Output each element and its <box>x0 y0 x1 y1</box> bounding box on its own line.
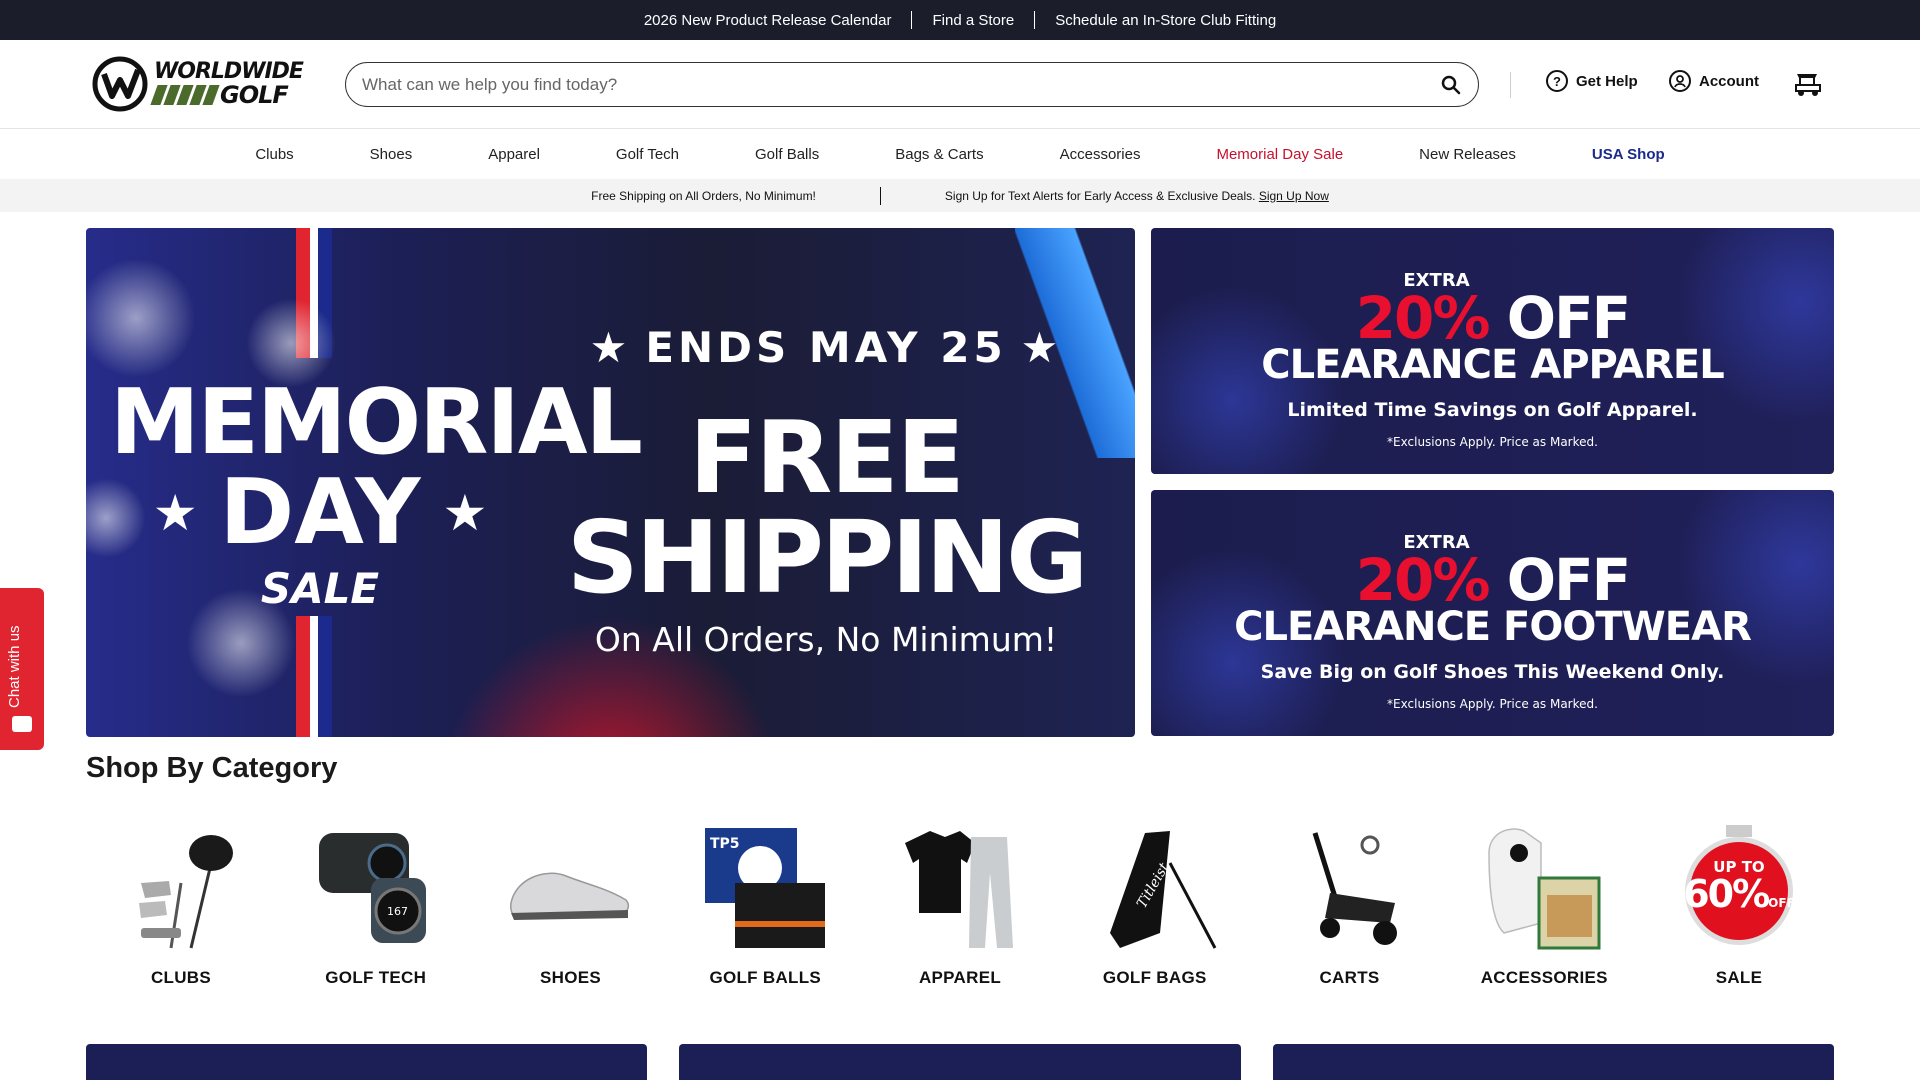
category-list: CLUBS 167 GOLF TECH SHOES TP5 GOLF BALLS… <box>86 820 1834 988</box>
chat-label: Chat with us <box>6 625 23 708</box>
nav-usa-shop[interactable]: USA Shop <box>1592 146 1665 163</box>
hero-subtitle: On All Orders, No Minimum! <box>594 620 1058 659</box>
top-utility-bar: 2026 New Product Release Calendar Find a… <box>0 0 1920 40</box>
header-divider <box>1510 72 1511 98</box>
star-icon: ★ <box>1020 323 1063 372</box>
user-icon <box>1669 70 1691 92</box>
category-golf-balls[interactable]: TP5 GOLF BALLS <box>670 820 860 988</box>
clearance-apparel-banner[interactable]: EXTRA 20% OFF CLEARANCE APPAREL Limited … <box>1151 228 1834 474</box>
clearance-footwear-banner[interactable]: EXTRA 20% OFF CLEARANCE FOOTWEAR Save Bi… <box>1151 490 1834 736</box>
search-icon[interactable] <box>1440 74 1462 96</box>
promo-card[interactable] <box>86 1044 647 1080</box>
nav-memorial-day-sale[interactable]: Memorial Day Sale <box>1216 146 1343 163</box>
category-sale[interactable]: UP TO 60%OFF SALE <box>1644 820 1834 988</box>
divider <box>879 186 881 205</box>
free-shipping-message-block: ★ ENDS MAY 25 ★ FREE SHIPPING On All Ord… <box>526 323 1126 659</box>
sign-up-link[interactable]: Sign Up Now <box>1259 189 1329 203</box>
promo-strip: Free Shipping on All Orders, No Minimum!… <box>0 179 1920 212</box>
nav-bags-carts[interactable]: Bags & Carts <box>895 146 983 163</box>
shipping-heading: SHIPPING <box>566 499 1088 616</box>
nav-new-releases[interactable]: New Releases <box>1419 146 1516 163</box>
ends-date: ENDS MAY 25 <box>645 323 1007 372</box>
golf-cart-icon[interactable] <box>1793 70 1823 98</box>
category-clubs[interactable]: CLUBS <box>86 820 276 988</box>
find-store-link[interactable]: Find a Store <box>932 12 1014 29</box>
chat-bubble-icon <box>12 716 32 732</box>
glove-tees-icon <box>1474 820 1614 955</box>
star-icon: ★ <box>589 323 632 372</box>
nav-accessories[interactable]: Accessories <box>1060 146 1141 163</box>
search-bar <box>345 62 1479 107</box>
shop-by-category-heading: Shop By Category <box>86 752 338 784</box>
svg-text:167: 167 <box>387 905 408 918</box>
nav-golf-tech[interactable]: Golf Tech <box>616 146 679 163</box>
site-logo[interactable]: WORLDWIDE GOLF <box>92 54 312 114</box>
get-help-link[interactable]: ? Get Help <box>1546 70 1638 92</box>
hero-banner-memorial-day[interactable]: MEMORIAL ★ DAY ★ SALE ★ ENDS MAY 25 ★ FR… <box>86 228 1135 737</box>
promo-card[interactable] <box>679 1044 1241 1080</box>
release-calendar-link[interactable]: 2026 New Product Release Calendar <box>644 12 892 29</box>
clubs-icon <box>111 820 251 955</box>
text-alerts-message: Sign Up for Text Alerts for Early Access… <box>944 188 1329 203</box>
promo-card[interactable] <box>1273 1044 1834 1080</box>
logo-w-icon <box>92 56 148 112</box>
golf-shoe-icon <box>501 820 641 955</box>
category-apparel[interactable]: APPAREL <box>865 820 1055 988</box>
flag-stripes-bottom <box>296 616 346 737</box>
rangefinder-watch-icon: 167 <box>306 820 446 955</box>
star-icon: ★ <box>442 484 488 542</box>
nav-apparel[interactable]: Apparel <box>488 146 540 163</box>
nav-clubs[interactable]: Clubs <box>255 146 293 163</box>
memorial-day-title: MEMORIAL ★ DAY ★ SALE <box>110 370 643 614</box>
chat-with-us-tab[interactable]: Chat with us <box>0 588 44 750</box>
sale-badge-icon: UP TO 60%OFF <box>1669 820 1809 955</box>
logo-line1: WORLDWIDE <box>154 59 304 84</box>
main-nav: Clubs Shoes Apparel Golf Tech Golf Balls… <box>0 129 1920 179</box>
divider <box>1034 11 1036 29</box>
category-shoes[interactable]: SHOES <box>476 820 666 988</box>
logo-line2: GOLF <box>220 81 289 109</box>
golf-ball-box-icon: TP5 <box>695 820 835 955</box>
free-heading: FREE <box>689 399 965 516</box>
category-carts[interactable]: CARTS <box>1255 820 1445 988</box>
sale-badge-line2: 60% <box>1683 872 1770 916</box>
divider <box>911 11 913 29</box>
site-header: WORLDWIDE GOLF ? Get Help Account <box>0 40 1920 129</box>
nav-golf-balls[interactable]: Golf Balls <box>755 146 819 163</box>
svg-text:TP5: TP5 <box>710 836 740 852</box>
free-shipping-message: Free Shipping on All Orders, No Minimum! <box>591 188 816 203</box>
star-icon: ★ <box>152 484 198 542</box>
club-fitting-link[interactable]: Schedule an In-Store Club Fitting <box>1055 12 1276 29</box>
nav-shoes[interactable]: Shoes <box>370 146 413 163</box>
golf-bag-icon: Titleist <box>1085 820 1225 955</box>
account-link[interactable]: Account <box>1669 70 1759 92</box>
push-cart-icon <box>1280 820 1420 955</box>
bokeh-light <box>86 258 196 378</box>
search-input[interactable] <box>362 74 1440 95</box>
category-golf-bags[interactable]: Titleist GOLF BAGS <box>1060 820 1250 988</box>
sale-badge-line3: OFF <box>1768 896 1795 910</box>
category-golf-tech[interactable]: 167 GOLF TECH <box>281 820 471 988</box>
apparel-icon <box>890 820 1030 955</box>
help-icon: ? <box>1546 70 1568 92</box>
logo-stripes <box>150 85 220 105</box>
category-accessories[interactable]: ACCESSORIES <box>1449 820 1639 988</box>
